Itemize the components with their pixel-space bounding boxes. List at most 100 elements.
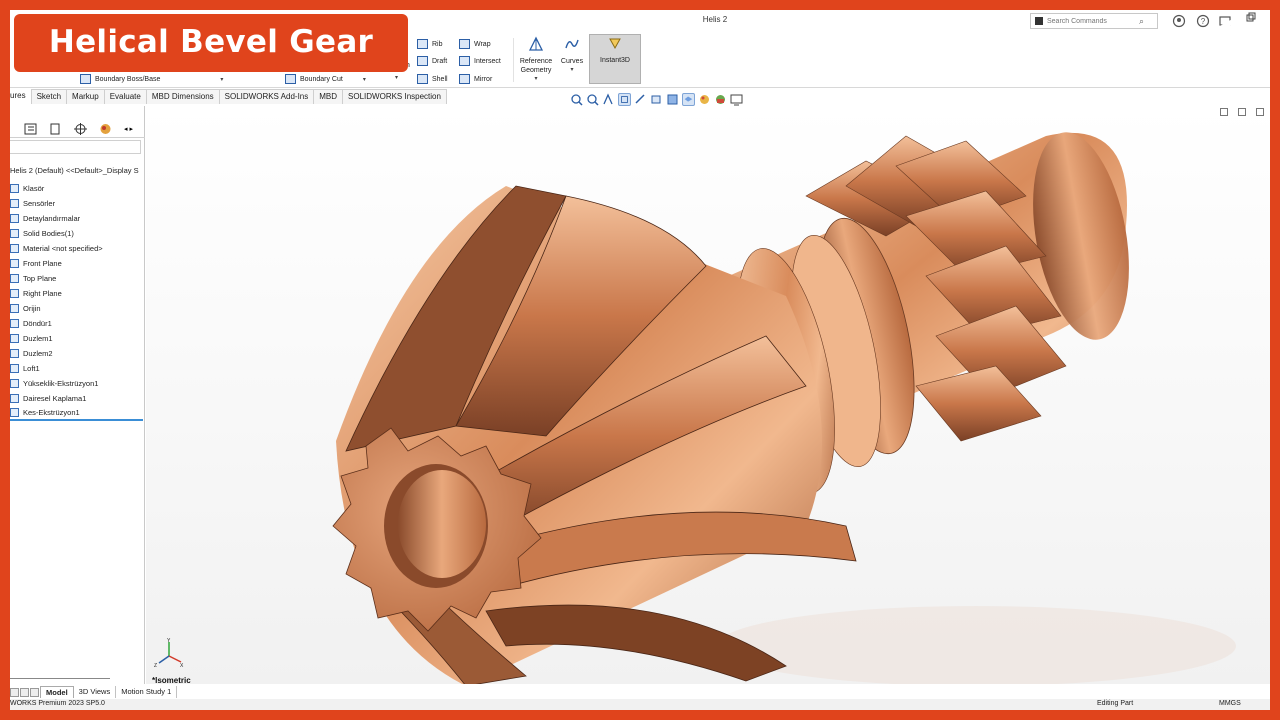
feature-tree-tab-icon[interactable] [24,123,37,135]
configuration-manager-tab-icon[interactable] [74,122,87,135]
dynamic-annotation-icon[interactable] [634,93,647,106]
helical-bevel-gear-model[interactable] [146,106,1270,684]
tree-item-plane1[interactable]: Duzlem1 [10,331,145,346]
folder-icon [10,184,19,193]
tab-sketch[interactable]: Sketch [31,89,68,104]
view-orientation-icon[interactable] [650,93,663,106]
reference-triad-icon: Y X Z [154,638,184,668]
shell-label: Shell [432,75,448,83]
tab-motion-study[interactable]: Motion Study 1 [116,686,178,698]
boundary-cut-icon [285,74,296,84]
feature-manager-panel: ◂ ▸ Helis 2 (Default) <<Default>_Display… [10,106,145,684]
section-view-icon[interactable] [618,92,631,106]
chevron-down-icon[interactable]: ▾ [220,76,223,83]
channel-logo-icon [1204,19,1260,78]
intersect-icon [459,56,470,66]
panel-splitter[interactable] [10,678,110,679]
revolve-icon [10,319,19,328]
tree-item-right-plane[interactable]: Right Plane [10,286,145,301]
tree-item-folder[interactable]: Klasör [10,181,145,196]
tree-item-sensors[interactable]: Sensörler [10,196,145,211]
tree-item-cut-extrude[interactable]: Kes-Ekstrüzyon1 [10,406,143,421]
tree-item-solid-bodies[interactable]: Solid Bodies(1) [10,226,145,241]
tree-item-revolve[interactable]: Döndür1 [10,316,145,331]
feature-manager-tabs: ◂ ▸ [10,120,145,138]
chevron-down-icon[interactable]: ▾ [363,76,366,83]
boundary-cut-button[interactable]: Boundary Cut ▾ [285,74,366,84]
display-style-icon[interactable] [666,93,679,106]
shell-button[interactable]: Shell [417,74,448,84]
tab-features[interactable]: ures [10,89,32,104]
boundary-boss-icon [80,74,91,84]
tree-item-annotations[interactable]: Detaylandırmalar [10,211,145,226]
mirror-button[interactable]: Mirror [459,74,492,84]
tree-item-boss-extrude[interactable]: Yükseklik-Ekstrüzyon1 [10,376,145,391]
tab-evaluate[interactable]: Evaluate [104,89,147,104]
user-icon[interactable] [1172,14,1186,28]
next-tab-arrow-icon[interactable] [30,687,39,697]
search-input[interactable] [1047,17,1139,25]
tree-item-plane2[interactable]: Duzlem2 [10,346,145,361]
tree-item-label: Duzlem1 [23,334,53,343]
boundary-boss-button[interactable]: Boundary Boss/Base ▾ [80,74,223,84]
previous-view-icon[interactable] [602,92,615,106]
zoom-to-fit-icon[interactable] [570,93,583,106]
edit-appearance-icon[interactable] [698,93,711,106]
reference-geometry-icon [528,36,544,51]
tree-item-top-plane[interactable]: Top Plane [10,271,145,286]
display-manager-tab-icon[interactable] [99,123,112,135]
sensor-icon [10,199,19,208]
tree-item-label: Orijin [23,304,41,313]
tab-mbd-dimensions[interactable]: MBD Dimensions [146,89,220,104]
rib-icon [417,39,428,49]
tree-item-label: Right Plane [23,289,62,298]
feature-tree-filter[interactable] [10,140,141,154]
tree-item-label: Kes-Ekstrüzyon1 [23,408,80,417]
command-icon [1035,17,1043,25]
status-bar: WORKS Premium 2023 SP5.0 Editing Part MM… [10,699,1270,710]
tab-solidworks-add-ins[interactable]: SOLIDWORKS Add-Ins [219,89,315,104]
graphics-area[interactable]: Y X Z *Isometric [146,106,1270,684]
plane-icon [10,289,19,298]
intersect-button[interactable]: Intersect [459,56,501,66]
search-commands-box[interactable]: ⌕ [1030,13,1158,29]
panel-scroll-arrows[interactable]: ◂ ▸ [124,125,133,133]
view-settings-icon[interactable] [730,93,743,106]
tree-item-origin[interactable]: Orijin [10,301,145,316]
tree-item-loft[interactable]: Loft1 [10,361,145,376]
hide-show-items-icon[interactable] [682,92,695,106]
first-tab-arrow-icon[interactable] [10,687,19,697]
maximize-view-icon[interactable] [1256,108,1264,116]
zoom-to-area-icon[interactable] [586,93,599,106]
property-manager-tab-icon[interactable] [49,123,62,135]
command-manager-tabs: ures Sketch Markup Evaluate MBD Dimensio… [10,89,447,104]
draft-button[interactable]: Draft [417,56,447,66]
tab-markup[interactable]: Markup [67,89,105,104]
apply-scene-icon[interactable] [714,93,727,106]
prev-tab-arrow-icon[interactable] [20,687,29,697]
heads-up-view-toolbar [570,91,743,107]
feature-tree-root[interactable]: Helis 2 (Default) <<Default>_Display S [10,166,145,178]
tab-model[interactable]: Model [40,686,74,698]
split-view-icon[interactable] [1220,108,1228,116]
annotations-icon [10,214,19,223]
tab-solidworks-inspection[interactable]: SOLIDWORKS Inspection [343,89,447,104]
tree-item-material[interactable]: Material <not specified> [10,241,145,256]
rib-button[interactable]: Rib [417,39,443,49]
tab-3d-views[interactable]: 3D Views [74,686,117,698]
search-icon[interactable]: ⌕ [1139,16,1144,27]
tree-item-circular-pattern[interactable]: Dairesel Kaplama1 [10,391,145,406]
solid-bodies-icon [10,229,19,238]
tree-item-label: Yükseklik-Ekstrüzyon1 [23,379,99,388]
chevron-down-icon[interactable]: ▾ [510,75,562,84]
draft-label: Draft [432,57,448,65]
wrap-button[interactable]: Wrap [459,39,491,49]
minimize-view-icon[interactable] [1238,108,1246,116]
extrude-icon [10,379,19,388]
tab-mbd[interactable]: MBD [314,89,344,104]
chevron-down-icon[interactable]: ▾ [395,74,398,81]
status-units[interactable]: MMGS [1219,700,1241,707]
instant3d-button[interactable]: Instant3D [589,34,641,84]
feature-tree: Helis 2 (Default) <<Default>_Display S K… [10,166,145,421]
tree-item-front-plane[interactable]: Front Plane [10,256,145,271]
